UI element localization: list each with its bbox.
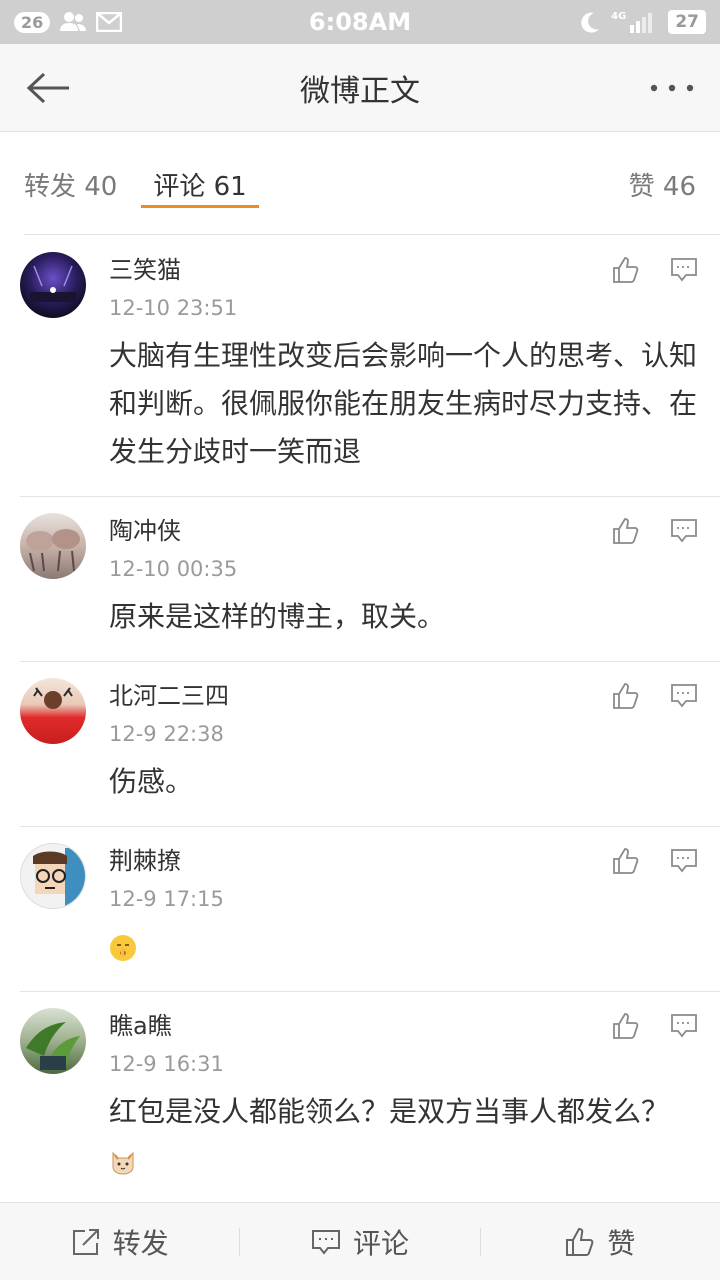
signal-icon [630,13,653,33]
commenter-name[interactable]: 三笑猫 [109,250,698,290]
comment-time: 12-9 22:38 [109,722,224,746]
back-button[interactable] [0,44,96,132]
reply-icon[interactable] [670,847,698,875]
mail-icon [96,12,123,32]
tab-repost[interactable]: 转发 40 [24,133,117,235]
commenter-name[interactable]: 荆棘撩 [109,841,698,881]
bottom-action-bar: 转发 评论 赞 [0,1202,720,1280]
avatar[interactable] [20,678,86,744]
reply-icon[interactable] [670,1012,698,1040]
comment-time: 12-9 16:31 [109,1052,224,1076]
comment-item: 荆棘撩 12-9 17:15 [20,827,720,992]
comment-list: 三笑猫 12-10 23:51 大脑有生理性改变后会影响一个人的思考、认知和判断… [0,236,720,1205]
status-time: 6:08AM [308,8,412,36]
comment-item: 瞧a瞧 12-9 16:31 红包是没人都能领么？是双方当事人都发么？ [20,992,720,1205]
comment-text: 红包是没人都能领么？是双方当事人都发么？ [109,1088,698,1184]
detail-tabs: 转发 40 评论 61 赞 46 [0,133,720,235]
comment-label: 评论 [352,1226,409,1260]
shush-emoji-icon [110,935,136,961]
like-icon[interactable] [612,517,640,545]
comment-text [109,923,698,971]
comment-text: 大脑有生理性改变后会影响一个人的思考、认知和判断。很佩服你能在朋友生病时尽力支持… [109,339,698,468]
comment-text: 原来是这样的博主，取关。 [109,600,446,633]
like-icon[interactable] [612,682,640,710]
notification-count-badge: 26 [14,11,51,33]
comment-time: 12-10 23:51 [109,296,238,320]
tab-comments[interactable]: 评论 61 [141,133,260,235]
comment-button[interactable]: 评论 [240,1222,479,1262]
tab-likes[interactable]: 赞 46 [629,133,696,235]
navigation-header: 微博正文 [0,44,720,132]
like-icon[interactable] [612,256,640,284]
more-dots-icon [650,84,694,91]
battery-indicator: 27 [668,10,706,34]
contacts-icon [60,12,87,31]
reply-icon[interactable] [670,517,698,545]
cat-emoji-icon [112,1151,134,1175]
reply-icon[interactable] [670,682,698,710]
avatar[interactable] [20,1008,86,1074]
commenter-name[interactable]: 瞧a瞧 [109,1006,698,1046]
commenter-name[interactable]: 北河二三四 [109,676,698,716]
avatar[interactable] [20,513,86,579]
network-type: 4G [611,10,627,22]
more-options-button[interactable] [624,44,720,132]
like-icon[interactable] [612,1012,640,1040]
status-bar: 26 6:08AM 4G 27 [0,0,720,44]
comment-time: 12-10 00:35 [109,557,238,581]
comment-text: 伤感。 [109,765,194,798]
share-icon [72,1228,99,1255]
like-icon[interactable] [612,847,640,875]
avatar[interactable] [20,252,86,318]
comment-item: 北河二三四 12-9 22:38 伤感。 [20,662,720,827]
like-button[interactable]: 赞 [481,1222,720,1262]
like-label: 赞 [607,1226,636,1260]
repost-button[interactable]: 转发 [0,1222,239,1262]
thumbs-up-icon [566,1227,594,1256]
back-arrow-icon [26,72,69,103]
comment-item: 陶冲侠 12-10 00:35 原来是这样的博主，取关。 [20,497,720,662]
comment-icon [311,1229,340,1255]
reply-icon[interactable] [670,256,698,284]
tabs-divider [24,234,720,235]
avatar[interactable] [20,843,86,909]
repost-label: 转发 [112,1226,169,1260]
commenter-name[interactable]: 陶冲侠 [109,511,698,551]
comment-time: 12-9 17:15 [109,887,224,911]
page-title: 微博正文 [300,73,420,109]
comment-item: 三笑猫 12-10 23:51 大脑有生理性改变后会影响一个人的思考、认知和判断… [20,236,720,497]
moon-icon [581,12,600,33]
